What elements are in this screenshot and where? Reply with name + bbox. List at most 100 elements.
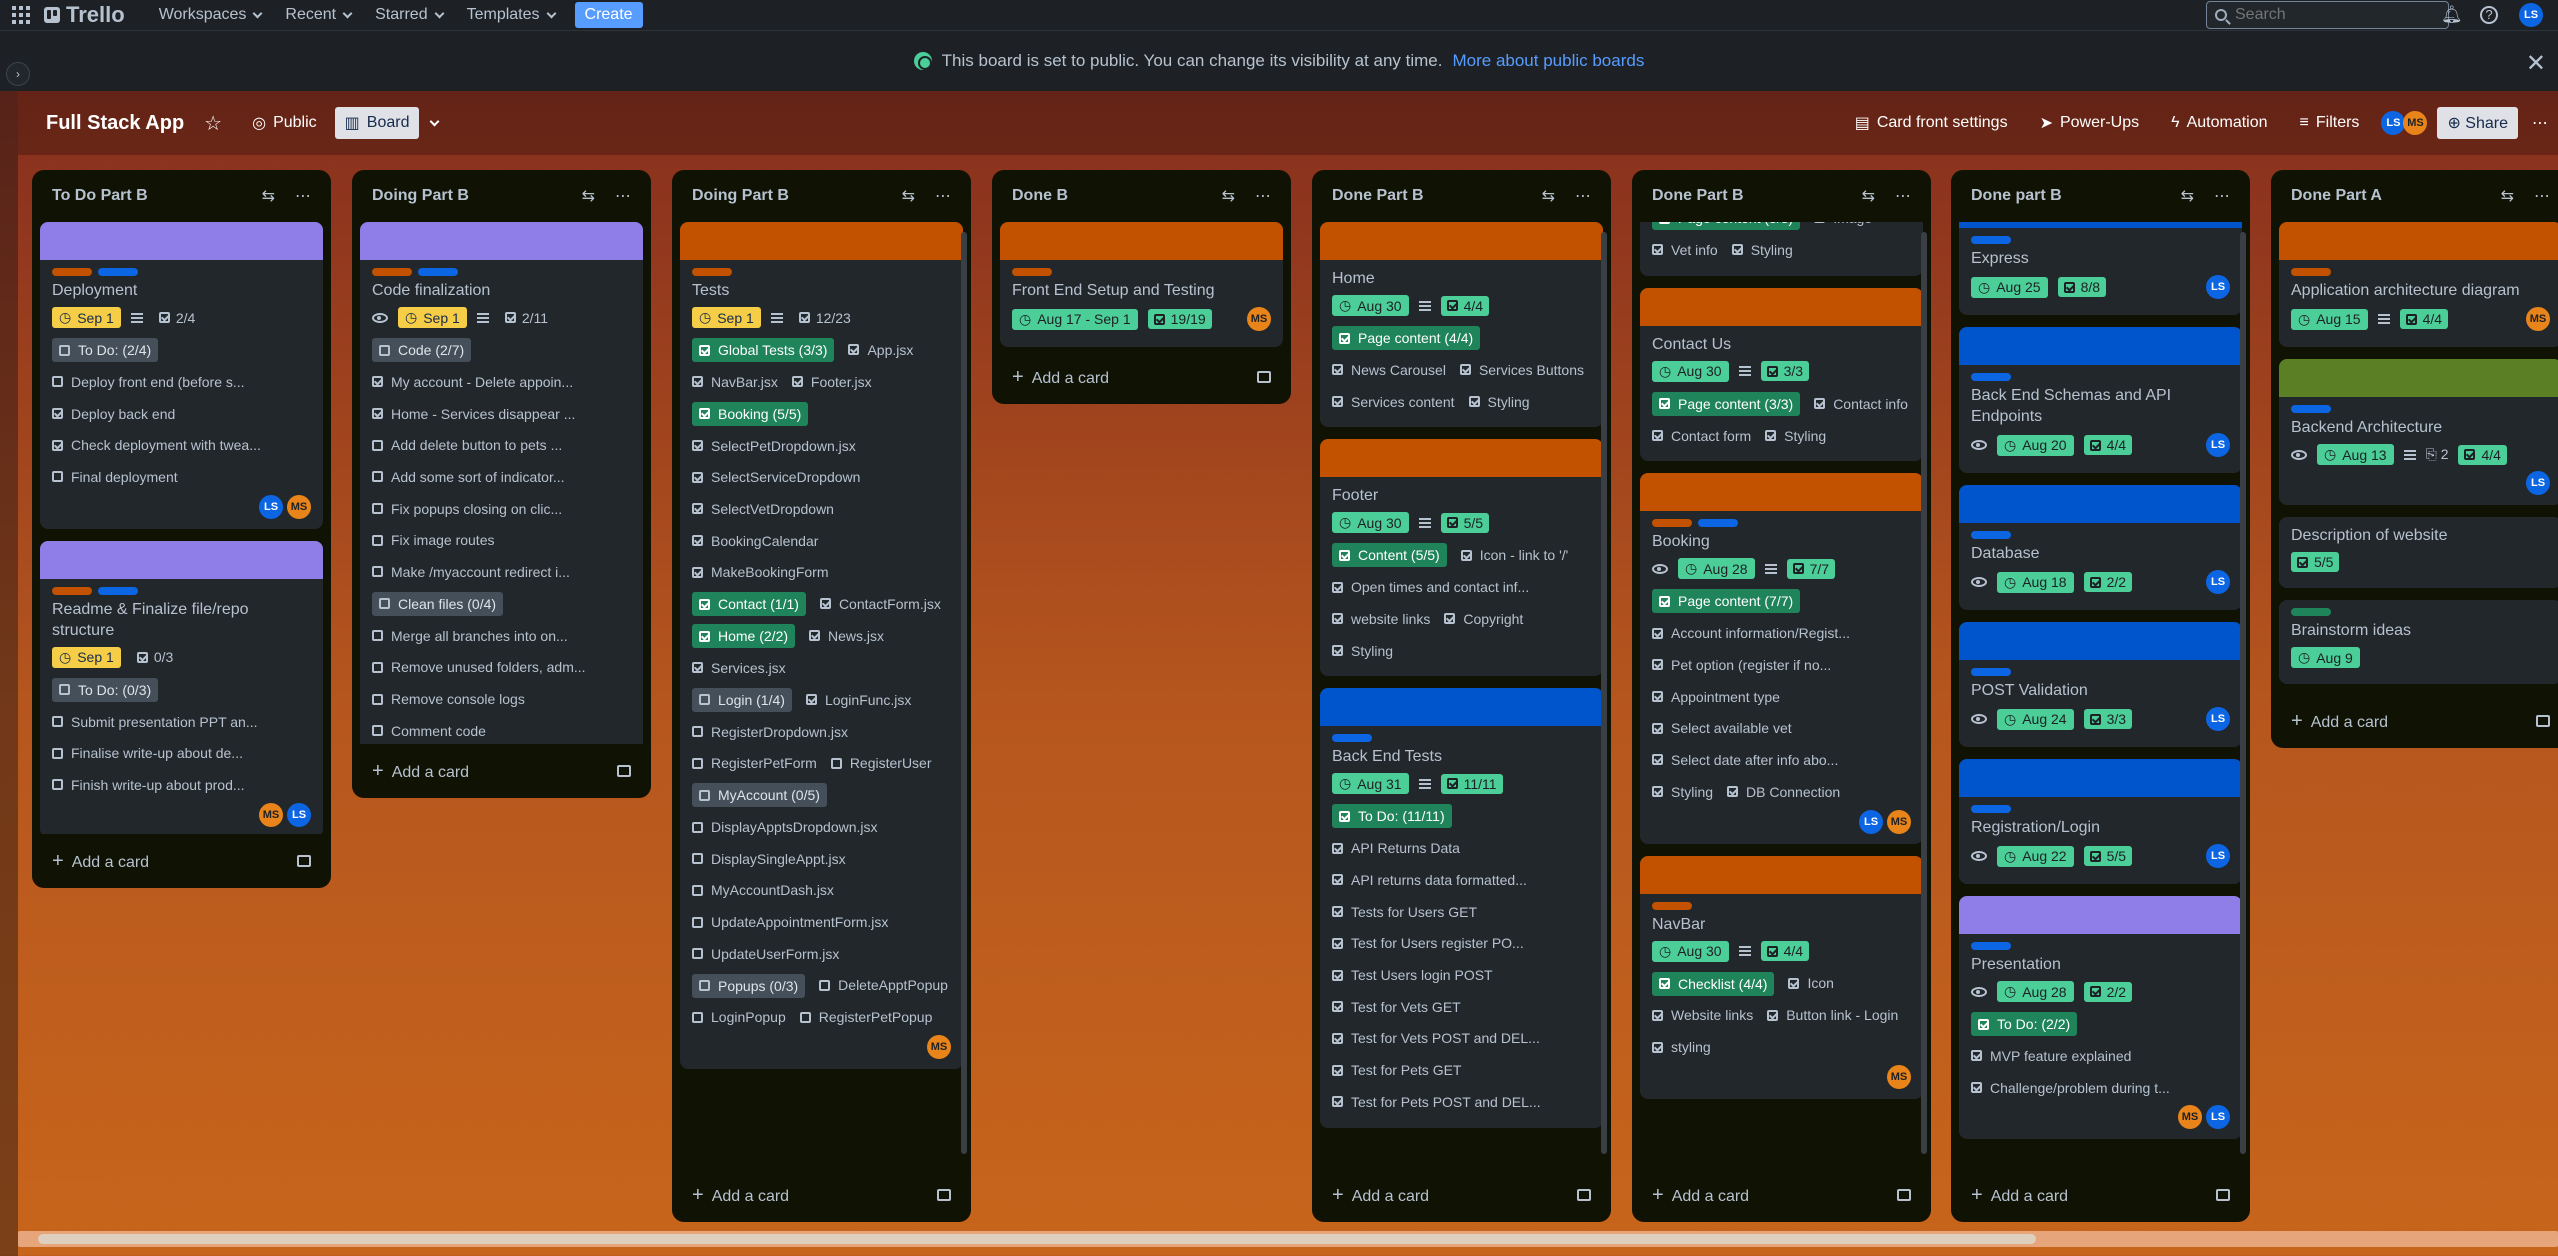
- checklist-header[interactable]: Checklist (4/4): [1652, 971, 1775, 996]
- list-title[interactable]: Done B: [1012, 187, 1068, 205]
- checklist-item[interactable]: Final deployment: [52, 461, 178, 493]
- checklist-header[interactable]: Code (2/7): [372, 338, 472, 362]
- label-orange[interactable]: [52, 268, 92, 276]
- checklist-item[interactable]: Open times and contact inf...: [1332, 571, 1529, 603]
- due-date-badge[interactable]: ◷ Aug 28: [1997, 981, 2074, 1002]
- checklist-item[interactable]: Test Users login POST: [1332, 959, 1493, 991]
- checklist-header[interactable]: To Do: (11/11): [1332, 804, 1452, 829]
- list-title[interactable]: Doing Part B: [372, 187, 469, 205]
- card[interactable]: Code finalization ◷ Sep 1 2/11 Code (2/7) My …: [360, 222, 643, 744]
- checklist-item[interactable]: Contact form: [1652, 420, 1751, 452]
- checklist-badge[interactable]: 19/19: [1147, 309, 1212, 329]
- checklist-item[interactable]: RegisterPetForm: [692, 748, 817, 780]
- checklist-item[interactable]: Styling: [1765, 420, 1826, 452]
- label-blue[interactable]: [1971, 942, 2011, 950]
- checklist-item[interactable]: Test for Vets POST and DEL...: [1332, 1023, 1540, 1055]
- checklist-item[interactable]: Deploy front end (before s...: [52, 366, 245, 398]
- label-blue[interactable]: [418, 268, 458, 276]
- member-avatar[interactable]: LS: [2206, 275, 2230, 299]
- label-blue[interactable]: [98, 586, 138, 595]
- due-date-badge[interactable]: ◷ Aug 24: [1997, 708, 2074, 730]
- card[interactable]: Express ◷ Aug 25 8/8 LS: [1959, 222, 2242, 315]
- list-title[interactable]: Done part B: [1971, 187, 2062, 205]
- checklist-item[interactable]: ContactForm.jsx: [819, 588, 941, 620]
- member-avatar[interactable]: MS: [2178, 1105, 2202, 1130]
- due-date-badge[interactable]: ◷ Aug 31: [1332, 773, 1409, 795]
- checklist-item[interactable]: Icon - link to '/': [1460, 539, 1568, 571]
- due-date-badge[interactable]: ◷ Aug 9: [2291, 647, 2360, 668]
- checklist-item[interactable]: MakeBookingForm: [692, 556, 829, 588]
- list-menu-icon[interactable]: ⋯: [2534, 186, 2550, 206]
- checklist-badge[interactable]: 4/4: [1760, 941, 1810, 961]
- checklist-header[interactable]: Login (1/4): [692, 687, 792, 712]
- label-orange[interactable]: [1652, 901, 1692, 910]
- checklist-item[interactable]: Styling: [1468, 386, 1530, 418]
- list-menu-icon[interactable]: ⋯: [1575, 186, 1591, 206]
- add-card-button[interactable]: + Add a card: [2271, 694, 2558, 748]
- checklist-item[interactable]: UpdateAppointmentForm.jsx: [692, 906, 888, 938]
- checklist-header[interactable]: Global Tests (3/3): [692, 338, 835, 362]
- checklist-badge[interactable]: 8/8: [2057, 277, 2107, 297]
- checklist-item[interactable]: MVP feature explained: [1971, 1040, 2131, 1072]
- card[interactable]: Deployment ◷ Sep 1 2/4 To Do: (2/4) Deploy fr…: [40, 222, 323, 529]
- checklist-item[interactable]: MyAccountDash.jsx: [692, 875, 834, 907]
- list-scrollbar[interactable]: [961, 232, 967, 1154]
- expand-sidebar-chevron-icon[interactable]: ›: [6, 62, 30, 86]
- list-title[interactable]: Done Part A: [2291, 187, 2382, 205]
- label-blue[interactable]: [98, 268, 138, 276]
- checklist-header[interactable]: Page content (3/3): [1652, 222, 1801, 230]
- checklist-badge[interactable]: 4/4: [2083, 435, 2133, 455]
- checklist-header[interactable]: MyAccount (0/5): [692, 783, 827, 808]
- member-avatar[interactable]: MS: [1247, 307, 1271, 331]
- due-date-badge[interactable]: ◷ Aug 28: [1678, 558, 1755, 580]
- checklist-item[interactable]: BookingCalendar: [692, 525, 818, 557]
- power-ups-button[interactable]: ➤ Power-Ups: [2030, 107, 2150, 139]
- card[interactable]: Database ◷ Aug 18 2/2 LS: [1959, 485, 2242, 610]
- horizontal-scrollbar[interactable]: [18, 1231, 2558, 1247]
- label-blue[interactable]: [1971, 531, 2011, 539]
- checklist-item[interactable]: Add some sort of indicator...: [372, 461, 565, 493]
- checklist-badge[interactable]: 2/2: [2083, 981, 2133, 1002]
- checklist-item[interactable]: Challenge/problem during t...: [1971, 1072, 2170, 1104]
- checklist-badge[interactable]: 4/4: [2399, 309, 2449, 329]
- due-date-badge[interactable]: ◷ Aug 20: [1997, 434, 2074, 456]
- create-from-template-icon[interactable]: [2536, 715, 2550, 727]
- checklist-item[interactable]: Remove unused folders, adm...: [372, 652, 586, 684]
- collapse-list-icon[interactable]: ⇆: [1222, 186, 1235, 206]
- member-avatar[interactable]: MS: [927, 1035, 951, 1060]
- board-view-button[interactable]: ▥ Board: [334, 107, 420, 139]
- checklist-item[interactable]: UpdateUserForm.jsx: [692, 938, 839, 970]
- add-card-button[interactable]: + Add a card: [1632, 1168, 1931, 1222]
- add-card-button[interactable]: + Add a card: [352, 744, 651, 798]
- label-blue[interactable]: [1971, 805, 2011, 813]
- checklist-item[interactable]: Contact info: [1814, 388, 1908, 420]
- checklist-item[interactable]: RegisterUser: [830, 748, 932, 780]
- label-blue[interactable]: [2291, 405, 2331, 413]
- create-from-template-icon[interactable]: [1577, 1189, 1591, 1201]
- add-card-button[interactable]: + Add a card: [672, 1168, 971, 1222]
- member-avatar[interactable]: LS: [1859, 809, 1883, 834]
- member-avatar[interactable]: MS: [2526, 307, 2550, 331]
- due-date-badge[interactable]: ◷ Aug 15: [2291, 308, 2368, 330]
- checklist-item[interactable]: DeleteApptPopup: [819, 970, 948, 1002]
- label-orange[interactable]: [1652, 519, 1692, 528]
- label-orange[interactable]: [692, 268, 732, 276]
- help-icon[interactable]: ?: [2480, 6, 2498, 24]
- label-orange[interactable]: [1012, 268, 1052, 276]
- create-from-template-icon[interactable]: [1257, 371, 1271, 383]
- card[interactable]: Booking ◷ Aug 28 7/7 Page content (7/7) Accou…: [1640, 473, 1923, 844]
- checklist-item[interactable]: My account - Delete appoin...: [372, 366, 573, 398]
- checklist-item[interactable]: News.jsx: [809, 620, 884, 652]
- star-icon[interactable]: ☆: [204, 111, 222, 136]
- card[interactable]: Footer ◷ Aug 30 5/5 Content (5/5) Icon - link…: [1320, 439, 1603, 677]
- checklist-item[interactable]: Tests for Users GET: [1332, 896, 1477, 928]
- label-blue[interactable]: [1971, 236, 2011, 244]
- checklist-badge[interactable]: 2/4: [153, 308, 201, 328]
- notifications-icon[interactable]: 🔔︎: [2441, 5, 2463, 25]
- checklist-item[interactable]: Finalise write-up about de...: [52, 737, 243, 769]
- checklist-header[interactable]: To Do: (2/4): [52, 338, 159, 362]
- checklist-item[interactable]: DisplayApptsDropdown.jsx: [692, 811, 878, 843]
- due-date-badge[interactable]: ◷ Aug 22: [1997, 845, 2074, 867]
- checklist-header[interactable]: To Do: (2/2): [1971, 1012, 2078, 1036]
- list-menu-icon[interactable]: ⋯: [935, 186, 951, 206]
